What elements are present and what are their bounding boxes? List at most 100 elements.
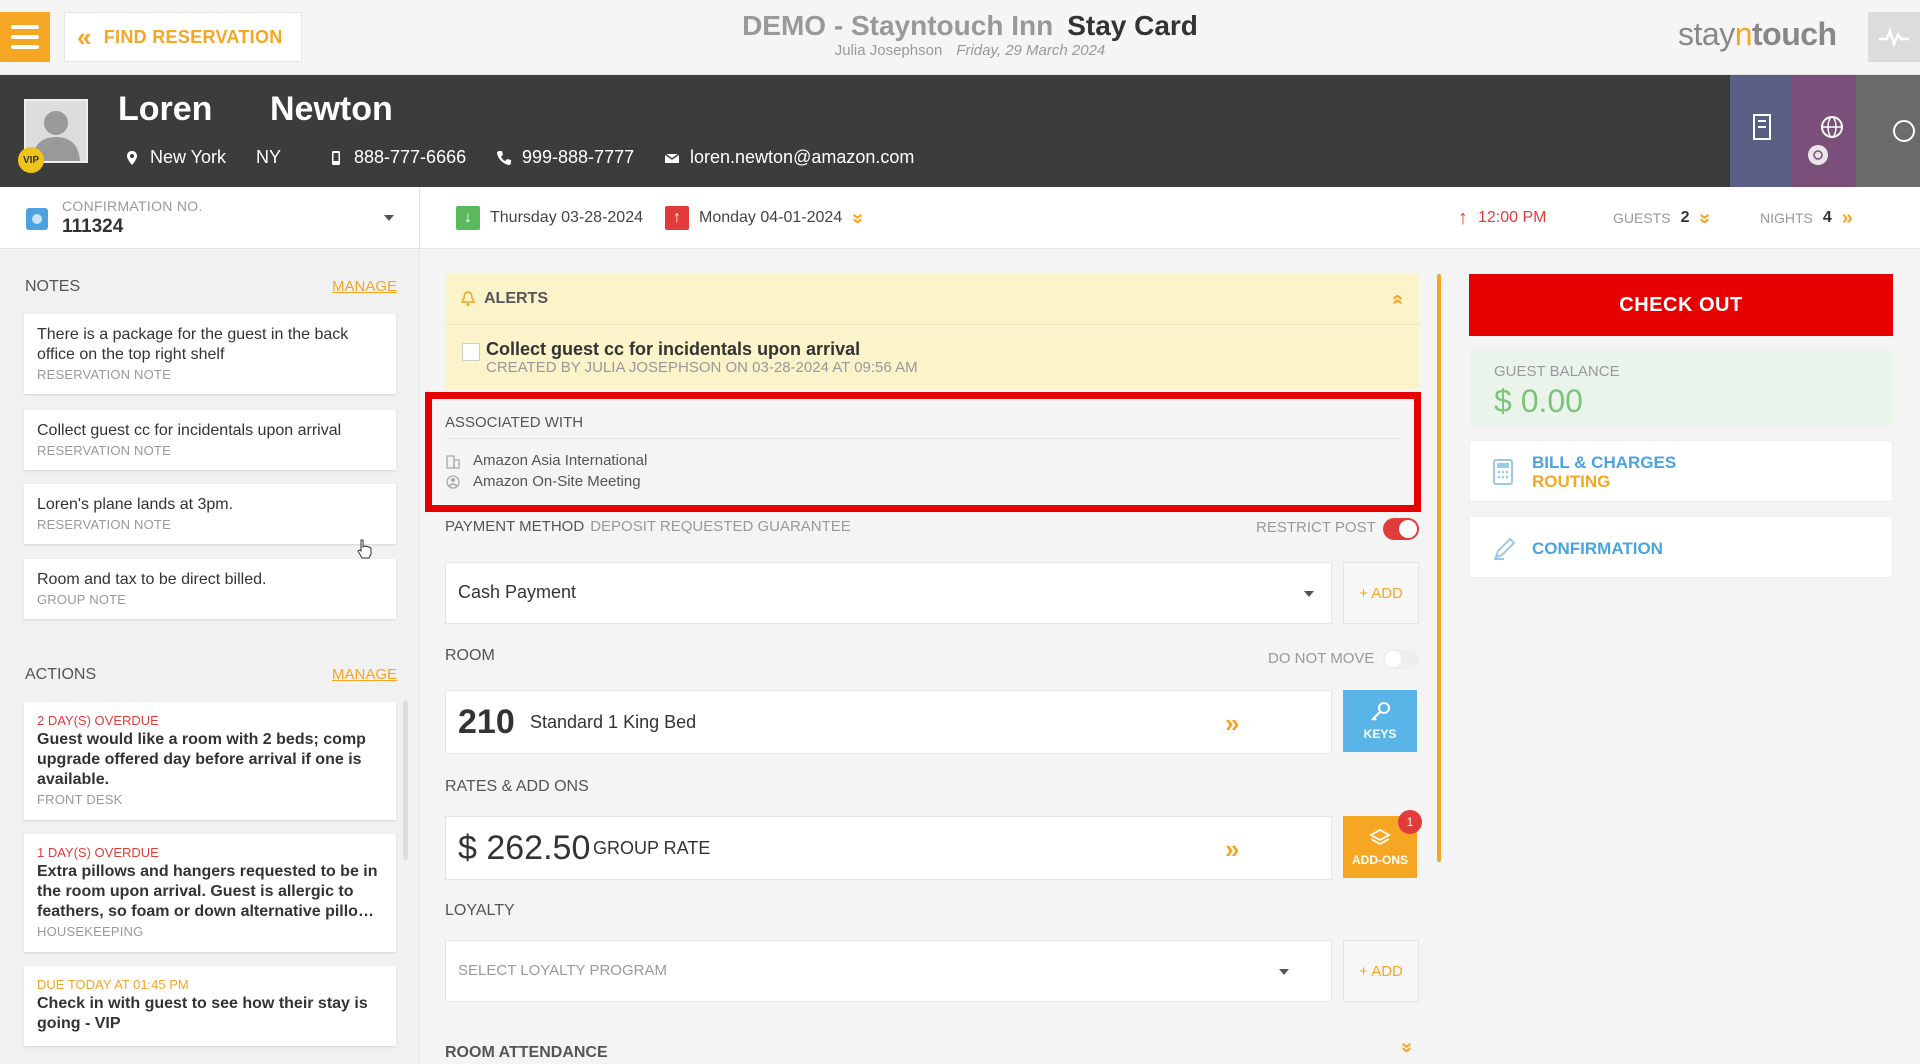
guest-first-name[interactable]: Loren <box>118 90 212 129</box>
company-card-button[interactable] <box>1730 75 1792 187</box>
pulse-icon <box>1879 27 1909 47</box>
alert-item: Collect guest cc for incidentals upon ar… <box>446 324 1420 390</box>
guest-balance-value: $ 0.00 <box>1494 383 1583 419</box>
status-vertical-bar <box>1437 274 1441 862</box>
calculator-icon <box>1493 459 1513 485</box>
guest-email-address: loren.newton@amazon.com <box>690 147 915 167</box>
left-panel-scrollbar[interactable] <box>403 700 408 860</box>
action-card[interactable]: 2 DAY(S) OVERDUE Guest would like a room… <box>24 702 396 820</box>
phone-icon <box>497 150 511 165</box>
payment-method-label: PAYMENT METHOD DEPOSIT REQUESTED GUARANTE… <box>445 518 851 535</box>
double-chevron-down-icon: » <box>1694 212 1717 224</box>
add-payment-button[interactable]: + ADD <box>1343 562 1419 624</box>
guests-value: 2 <box>1680 209 1690 226</box>
note-type: GROUP NOTE <box>37 592 127 607</box>
note-card[interactable]: There is a package for the guest in the … <box>24 314 396 394</box>
restrict-post-toggle[interactable] <box>1383 518 1419 540</box>
note-card[interactable]: Loren's plane lands at 3pm. RESERVATION … <box>24 484 396 544</box>
rate-selector[interactable]: $ 262.50 GROUP RATE » <box>445 816 1332 880</box>
add-ons-count-badge: 1 <box>1398 810 1422 834</box>
confirmation-button[interactable]: CONFIRMATION <box>1469 516 1893 578</box>
guests-count[interactable]: GUESTS 2 » <box>1613 201 1717 235</box>
user-date-line: Julia Josephson Friday, 29 March 2024 <box>620 42 1320 59</box>
nights-value: 4 <box>1822 209 1832 226</box>
guest-email: loren.newton@amazon.com <box>664 147 914 168</box>
vip-badge: VIP <box>18 147 44 173</box>
bill-charges-routing-button[interactable]: BILL & CHARGES ROUTING <box>1469 440 1893 502</box>
guest-last-name[interactable]: Newton <box>270 90 393 129</box>
actions-heading: ACTIONS <box>25 666 97 683</box>
note-card[interactable]: Collect guest cc for incidentals upon ar… <box>24 410 396 470</box>
action-due-status: 2 DAY(S) OVERDUE <box>37 713 159 728</box>
hotel-title: DEMO - Stayntouch Inn Stay Card <box>620 10 1320 42</box>
payment-method-select[interactable]: Cash Payment <box>445 562 1332 624</box>
group-card-button[interactable] <box>1856 75 1920 187</box>
actions-manage-link[interactable]: MANAGE <box>332 666 397 683</box>
note-type: RESERVATION NOTE <box>37 367 171 382</box>
location-pin-icon <box>127 150 137 165</box>
reservation-icon <box>26 208 48 230</box>
note-card[interactable]: Room and tax to be direct billed. GROUP … <box>24 559 396 619</box>
find-reservation-button[interactable]: « FIND RESERVATION <box>64 12 302 62</box>
menu-line <box>11 25 39 29</box>
bell-icon <box>460 291 476 306</box>
travel-agent-button[interactable] <box>1792 75 1856 187</box>
do-not-move-toggle[interactable] <box>1383 649 1419 669</box>
double-chevron-right-icon: » <box>1841 206 1853 229</box>
double-chevron-right-icon: » <box>1225 708 1240 738</box>
alert-meta: CREATED BY JULIA JOSEPHSON ON 03-28-2024… <box>486 359 918 376</box>
rates-label: RATES & ADD ONS <box>445 778 589 795</box>
notes-manage-link[interactable]: MANAGE <box>332 278 397 295</box>
activity-pulse-button[interactable] <box>1868 12 1920 62</box>
room-selector[interactable]: 210 Standard 1 King Bed » <box>445 690 1332 754</box>
payment-method-sublabel: DEPOSIT REQUESTED GUARANTEE <box>590 518 851 535</box>
stayntouch-logo: stayntouch <box>1678 16 1837 52</box>
add-loyalty-button[interactable]: + ADD <box>1343 940 1419 1002</box>
arrival-date[interactable]: ↓ Thursday 03-28-2024 <box>456 201 643 235</box>
menu-line <box>11 45 39 49</box>
double-chevron-right-icon: » <box>1225 834 1240 864</box>
alerts-header[interactable]: ALERTS <box>460 290 548 308</box>
confirmation-selector[interactable]: CONFIRMATION NO. 111324 <box>0 187 420 249</box>
nights-count[interactable]: NIGHTS 4 » <box>1760 201 1853 235</box>
action-text: Extra pillows and hangers requested to b… <box>37 863 378 920</box>
arrow-down-icon: ↓ <box>456 206 480 230</box>
globe-icon <box>1808 116 1843 165</box>
guest-mobile-number: 888-777-6666 <box>354 147 467 167</box>
confirmation-number: 111324 <box>62 216 124 237</box>
menu-line <box>11 35 39 39</box>
arrival-date-text: Thursday 03-28-2024 <box>490 209 643 226</box>
departure-time[interactable]: ↑ 12:00 PM <box>1458 201 1546 235</box>
double-chevron-left-icon: « <box>77 22 92 52</box>
chevron-down-icon <box>384 215 394 221</box>
action-text: Check in with guest to see how their sta… <box>37 995 368 1032</box>
pen-icon <box>1494 537 1516 560</box>
keys-button[interactable]: KEYS <box>1343 690 1417 752</box>
guest-balance-card[interactable]: GUEST BALANCE $ 0.00 <box>1469 350 1893 426</box>
rate-amount: $ 262.50 <box>458 829 591 867</box>
arrow-up-icon: ↑ <box>665 206 689 230</box>
restrict-post-label: RESTRICT POST <box>1256 519 1376 536</box>
guest-phone: 999-888-7777 <box>496 147 634 168</box>
action-card[interactable]: DUE TODAY AT 01:45 PM Check in with gues… <box>24 966 396 1046</box>
double-chevron-down-icon[interactable]: » <box>1395 1042 1418 1053</box>
departure-time-text: 12:00 PM <box>1478 209 1547 226</box>
rate-name: GROUP RATE <box>593 838 711 858</box>
departure-date[interactable]: ↑ Monday 04-01-2024 » <box>665 201 869 235</box>
add-ons-label: ADD-ONS <box>1352 853 1408 867</box>
check-out-button[interactable]: CHECK OUT <box>1469 274 1893 336</box>
building-icon <box>1753 114 1771 140</box>
arrow-up-icon: ↑ <box>1458 206 1468 229</box>
note-type: RESERVATION NOTE <box>37 517 171 532</box>
double-chevron-up-icon[interactable]: » <box>1386 294 1409 305</box>
hamburger-menu-button[interactable] <box>0 12 50 62</box>
alert-title: Collect guest cc for incidentals upon ar… <box>486 339 861 359</box>
action-card[interactable]: 1 DAY(S) OVERDUE Extra pillows and hange… <box>24 834 396 952</box>
double-chevron-down-icon: » <box>847 212 870 224</box>
loyalty-program-select[interactable]: SELECT LOYALTY PROGRAM <box>445 940 1332 1002</box>
guest-mobile: 888-777-6666 <box>328 147 466 168</box>
action-department: HOUSEKEEPING <box>37 924 144 939</box>
alert-checkbox[interactable] <box>462 343 480 361</box>
room-label: ROOM <box>445 647 495 664</box>
nights-label: NIGHTS <box>1760 210 1813 226</box>
